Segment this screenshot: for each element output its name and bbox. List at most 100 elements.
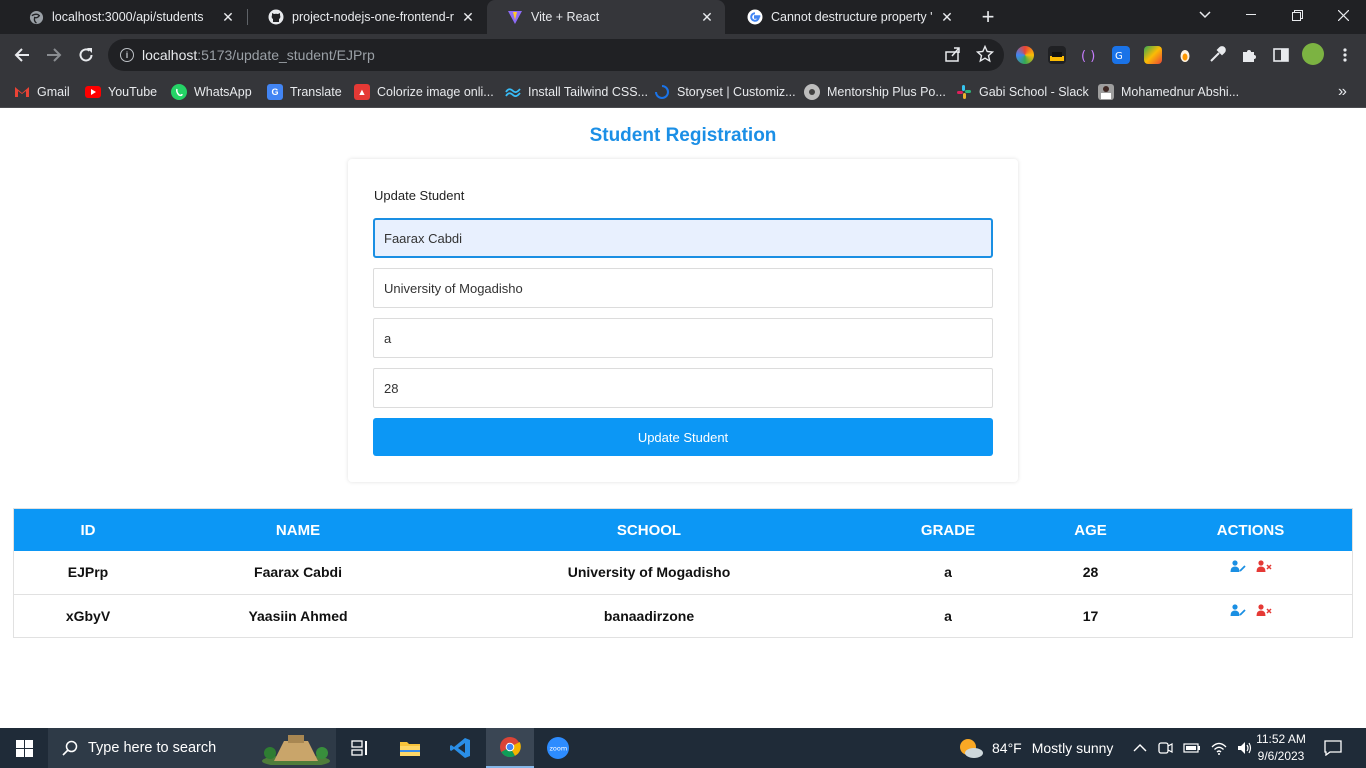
column-header-age: AGE bbox=[1074, 521, 1107, 539]
cell-id: EJPrp bbox=[67, 564, 109, 581]
bookmarks-bar: Gmail YouTube WhatsApp G Translate ▲ Col… bbox=[0, 76, 1366, 108]
name-input[interactable] bbox=[373, 218, 993, 258]
wifi-icon[interactable] bbox=[1211, 741, 1227, 755]
tab-close-icon[interactable]: ✕ bbox=[939, 9, 955, 25]
youtube-icon bbox=[85, 86, 101, 98]
search-icon bbox=[62, 740, 78, 756]
extension-brackets-icon[interactable]: ( ) bbox=[1080, 46, 1098, 64]
tab-close-icon[interactable]: ✕ bbox=[460, 9, 476, 25]
extension-flame-icon[interactable] bbox=[1176, 46, 1194, 64]
cell-actions bbox=[1149, 594, 1352, 637]
table-row: EJPrp Faarax Cabdi University of Mogadis… bbox=[14, 551, 1352, 594]
extension-dark-icon[interactable] bbox=[1048, 46, 1066, 64]
page-title: Student Registration bbox=[589, 125, 777, 146]
svg-text:( ): ( ) bbox=[1081, 49, 1095, 64]
bookmark-mentorship[interactable]: Mentorship Plus Po... bbox=[804, 82, 946, 102]
weather-widget[interactable]: 84°F Mostly sunny bbox=[958, 728, 1113, 768]
edit-user-icon[interactable] bbox=[1230, 560, 1246, 573]
tab-close-icon[interactable]: ✕ bbox=[699, 9, 715, 25]
bookmark-translate[interactable]: G Translate bbox=[267, 82, 342, 102]
page-content: Student Registration Update Student Upda… bbox=[0, 109, 1366, 728]
school-input[interactable] bbox=[373, 268, 993, 308]
bookmark-label: Install Tailwind CSS... bbox=[528, 85, 648, 99]
bookmark-profile[interactable]: Mohamednur Abshi... bbox=[1098, 82, 1239, 102]
vscode-icon[interactable] bbox=[436, 728, 484, 768]
profile-avatar[interactable] bbox=[1302, 43, 1324, 65]
bookmark-label: Gabi School - Slack bbox=[979, 85, 1089, 99]
browser-tab-api-students[interactable]: localhost:3000/api/students ✕ bbox=[8, 0, 246, 34]
side-panel-icon[interactable] bbox=[1272, 46, 1290, 64]
colorize-icon: ▲ bbox=[354, 84, 370, 100]
age-input[interactable] bbox=[373, 368, 993, 408]
globe-icon bbox=[28, 9, 44, 25]
new-tab-button[interactable]: + bbox=[976, 4, 1000, 29]
share-icon[interactable] bbox=[944, 45, 962, 66]
table-row: xGbyV Yaasiin Ahmed banaadirzone a 17 bbox=[14, 594, 1352, 637]
extension-color-icon[interactable] bbox=[1016, 46, 1034, 64]
address-bar[interactable]: i localhost:5173/update_student/EJPrp bbox=[108, 39, 1004, 71]
bookmark-storyset[interactable]: Storyset | Customiz... bbox=[654, 82, 796, 102]
column-header-actions: ACTIONS bbox=[1216, 521, 1285, 539]
windows-start-icon[interactable] bbox=[0, 728, 48, 768]
bookmark-label: Gmail bbox=[37, 85, 70, 99]
tab-close-icon[interactable]: ✕ bbox=[220, 9, 236, 25]
google-translate-ext-icon[interactable]: G bbox=[1112, 46, 1130, 64]
bookmark-tailwind[interactable]: Install Tailwind CSS... bbox=[505, 82, 648, 102]
taskbar-search-box[interactable]: Type here to search bbox=[48, 728, 336, 768]
tab-title: project-nodejs-one-frontend-rea bbox=[292, 10, 454, 24]
chevron-up-icon[interactable] bbox=[1133, 744, 1147, 752]
back-arrow-icon[interactable] bbox=[8, 41, 36, 69]
form-title: Update Student bbox=[374, 188, 465, 203]
cell-grade: a bbox=[944, 607, 952, 624]
cell-grade: a bbox=[944, 564, 952, 581]
browser-tab-vite-react[interactable]: Vite + React ✕ bbox=[487, 0, 725, 34]
search-highlight-image bbox=[260, 731, 332, 765]
delete-user-icon[interactable] bbox=[1256, 604, 1272, 616]
battery-icon[interactable] bbox=[1183, 742, 1201, 754]
more-bookmarks-button[interactable]: » bbox=[1338, 82, 1347, 102]
update-student-form: Update Student Update Student bbox=[348, 159, 1018, 482]
meet-now-icon[interactable] bbox=[1157, 741, 1173, 755]
delete-user-icon[interactable] bbox=[1256, 560, 1272, 573]
partly-sunny-icon bbox=[958, 737, 984, 759]
close-window-icon[interactable] bbox=[1320, 0, 1366, 30]
address-path: :5173/update_student/EJPrp bbox=[197, 47, 375, 63]
forward-arrow-icon[interactable] bbox=[40, 41, 68, 69]
task-view-icon[interactable] bbox=[336, 728, 384, 768]
translate-icon: G bbox=[267, 84, 283, 100]
restore-icon[interactable] bbox=[1274, 0, 1320, 30]
bookmark-youtube[interactable]: YouTube bbox=[85, 82, 157, 102]
eyedropper-icon[interactable] bbox=[1208, 46, 1226, 64]
browser-tab-github[interactable]: project-nodejs-one-frontend-rea ✕ bbox=[248, 0, 486, 34]
minimize-icon[interactable] bbox=[1228, 0, 1274, 30]
bookmark-slack[interactable]: Gabi School - Slack bbox=[956, 82, 1089, 102]
notifications-icon[interactable] bbox=[1310, 728, 1356, 768]
whatsapp-icon bbox=[171, 84, 187, 100]
site-info-icon[interactable]: i bbox=[120, 48, 134, 62]
column-header-id: ID bbox=[80, 521, 96, 539]
bookmark-star-icon[interactable] bbox=[975, 44, 995, 66]
edit-user-icon[interactable] bbox=[1230, 604, 1246, 616]
file-explorer-icon[interactable] bbox=[386, 728, 434, 768]
chrome-taskbar-icon[interactable] bbox=[486, 728, 534, 768]
browser-tab-google[interactable]: Cannot destructure property 'bas ✕ bbox=[727, 0, 965, 34]
tab-strip: localhost:3000/api/students ✕ project-no… bbox=[0, 0, 1366, 34]
bookmark-colorize[interactable]: ▲ Colorize image onli... bbox=[354, 82, 494, 102]
zoom-icon[interactable]: zoom bbox=[534, 728, 582, 768]
tab-search-chevron-icon[interactable] bbox=[1182, 0, 1228, 30]
extensions-puzzle-icon[interactable] bbox=[1240, 46, 1258, 64]
taskbar-clock[interactable]: 11:52 AM 9/6/2023 bbox=[1250, 731, 1312, 765]
reload-icon[interactable] bbox=[72, 41, 100, 69]
update-student-button[interactable]: Update Student bbox=[373, 418, 993, 456]
bookmark-label: WhatsApp bbox=[194, 85, 252, 99]
extension-multicolor-icon[interactable] bbox=[1144, 46, 1162, 64]
bookmark-label: YouTube bbox=[108, 85, 158, 99]
svg-text:zoom: zoom bbox=[550, 745, 568, 753]
menu-kebab-icon[interactable] bbox=[1336, 46, 1354, 64]
clock-date: 9/6/2023 bbox=[1257, 749, 1305, 763]
cell-age: 17 bbox=[1082, 607, 1099, 624]
bookmark-whatsapp[interactable]: WhatsApp bbox=[171, 82, 252, 102]
bookmark-gmail[interactable]: Gmail bbox=[14, 82, 70, 102]
bookmark-label: Colorize image onli... bbox=[377, 85, 494, 99]
grade-input[interactable] bbox=[373, 318, 993, 358]
